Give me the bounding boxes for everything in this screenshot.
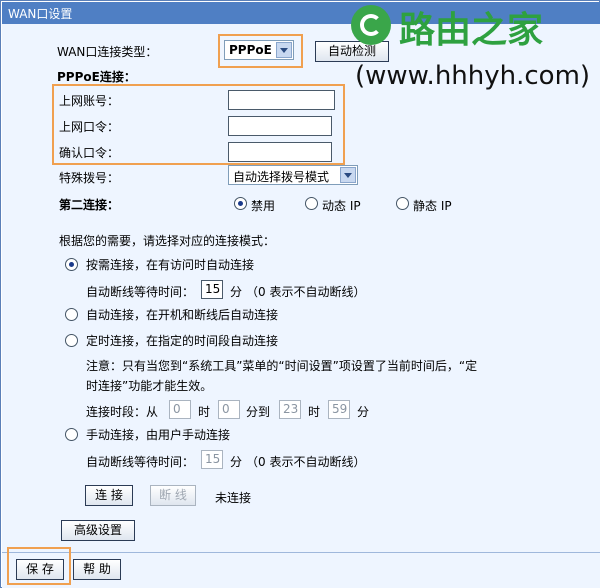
mode-auto-label: 自动连接，在开机和断线后自动连接 (86, 308, 279, 322)
idle-time-note-2: （0 表示不自动断线） (246, 455, 366, 469)
second-conn-disabled-label: 禁用 (251, 199, 276, 213)
chevron-down-icon (340, 167, 356, 183)
mode-auto-radio[interactable] (65, 308, 78, 321)
to-hour-input[interactable]: 23 (279, 400, 301, 419)
pppoe-fields-highlight (52, 84, 345, 165)
mode-on-demand-radio[interactable] (65, 258, 78, 271)
idle-time-unit: 分 (230, 285, 243, 299)
to-minute-input[interactable]: 59 (328, 400, 350, 419)
idle-time-input[interactable]: 15 (201, 280, 223, 299)
idle-time-input-2[interactable]: 15 (201, 450, 223, 469)
mode-prompt: 根据您的需要，请选择对应的连接模式： (59, 234, 276, 248)
mode-timed-radio[interactable] (65, 334, 78, 347)
idle-time-unit-2: 分 (230, 455, 243, 469)
mode-timed-label: 定时连接，在指定的时间段自动连接 (86, 334, 279, 348)
help-button[interactable]: 帮 助 (73, 559, 121, 580)
connect-button[interactable]: 连 接 (85, 485, 133, 506)
idle-time-label-2: 自动断线等待时间： (86, 455, 195, 469)
idle-time-label: 自动断线等待时间： (86, 285, 195, 299)
second-conn-static-label: 静态 IP (413, 199, 452, 213)
logo-url: (www.hhhyh.com) (355, 61, 591, 91)
second-connection-label: 第二连接： (59, 198, 120, 212)
special-dial-value: 自动选择拨号模式 (233, 170, 330, 184)
special-dial-label: 特殊拨号： (59, 171, 120, 185)
to-hour-unit: 时 (308, 405, 321, 419)
timed-note-line2: 时连接”功能才能生效。 (86, 379, 213, 393)
window-title: WAN口设置 (8, 7, 73, 21)
mode-on-demand-label: 按需连接，在有访问时自动连接 (86, 258, 255, 272)
connection-status: 未连接 (215, 491, 252, 505)
second-conn-dynamic-radio[interactable] (305, 197, 318, 210)
mode-manual-label: 手动连接，由用户手动连接 (86, 428, 231, 442)
second-conn-disabled-radio[interactable] (234, 197, 247, 210)
second-conn-dynamic-label: 动态 IP (322, 199, 361, 213)
logo-icon (351, 5, 391, 45)
to-minute-unit: 分 (357, 405, 370, 419)
special-dial-select[interactable]: 自动选择拨号模式 (228, 165, 358, 185)
timed-note-line1: 注意：只有当您到“系统工具”菜单的“时间设置”项设置了当前时间后，“定 (86, 359, 478, 373)
pppoe-section-title: PPPoE连接： (57, 70, 136, 84)
wan-type-label: WAN口连接类型： (57, 45, 158, 59)
to-label: 分到 (246, 405, 271, 419)
period-label: 连接时段：从 (86, 405, 159, 419)
from-hour-unit: 时 (198, 405, 211, 419)
second-conn-static-radio[interactable] (396, 197, 409, 210)
advanced-settings-button[interactable]: 高级设置 (61, 520, 135, 541)
mode-manual-radio[interactable] (65, 428, 78, 441)
watermark-logo: 路由之家 (www.hhhyh.com) (347, 1, 600, 97)
wan-type-highlight (218, 34, 303, 68)
from-minute-input[interactable]: 0 (218, 400, 240, 419)
save-button-highlight (7, 547, 71, 585)
logo-name: 路由之家 (399, 10, 544, 51)
disconnect-button[interactable]: 断 线 (150, 485, 196, 506)
from-hour-input[interactable]: 0 (169, 400, 191, 419)
wan-settings-panel: WAN口设置 WAN口连接类型： PPPoE 自动检测 PPPoE连接： 上网账… (0, 0, 600, 588)
idle-time-note: （0 表示不自动断线） (246, 285, 366, 299)
